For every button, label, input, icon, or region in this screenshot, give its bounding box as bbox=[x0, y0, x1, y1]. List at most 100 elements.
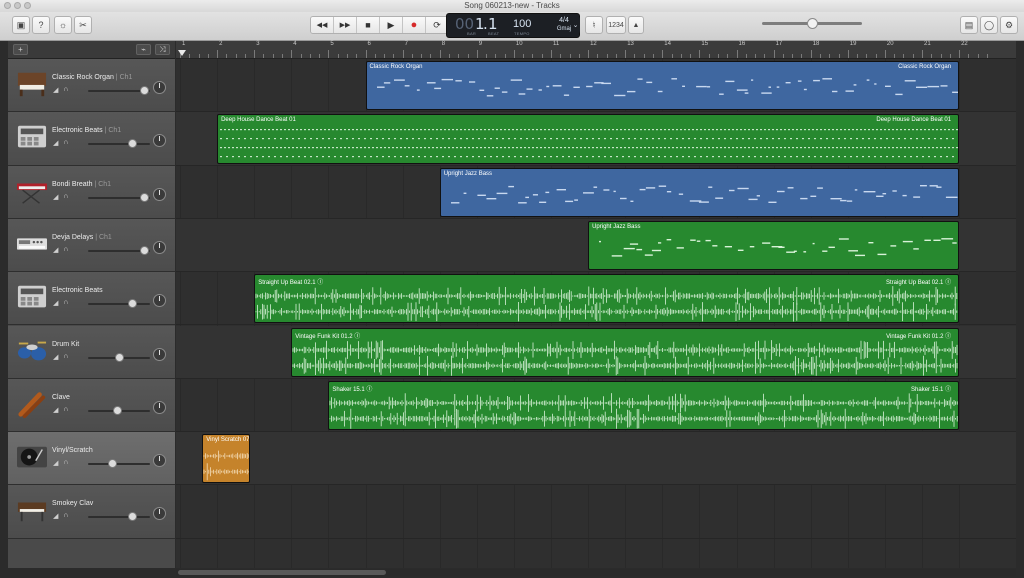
mute-icon[interactable]: ◢ bbox=[53, 193, 58, 201]
metronome-button[interactable]: ▲ bbox=[628, 16, 644, 34]
lcd-mode-dropdown[interactable]: ⌄ bbox=[571, 16, 580, 34]
track-header[interactable]: Classic Rock Organ | Ch1 ◢ ∩ bbox=[8, 59, 175, 113]
track-pan-knob[interactable] bbox=[153, 507, 166, 521]
library-button[interactable]: ▣ bbox=[12, 16, 30, 34]
mute-icon[interactable]: ◢ bbox=[53, 246, 58, 254]
track-pan-knob[interactable] bbox=[153, 347, 166, 361]
ruler-tick bbox=[486, 54, 488, 58]
track-pan-knob[interactable] bbox=[153, 187, 166, 201]
stop-button[interactable]: ■ bbox=[357, 17, 380, 33]
add-track-button[interactable]: + bbox=[13, 44, 28, 55]
headphones-icon[interactable]: ∩ bbox=[63, 512, 68, 520]
track-pan-knob[interactable] bbox=[153, 294, 166, 308]
lcd-display[interactable]: 00 1 . 1 BAR BEAT 100 TEMPO 4/4 Gmaj bbox=[446, 13, 580, 38]
track-volume-knob[interactable] bbox=[140, 192, 149, 202]
ruler-tick bbox=[523, 54, 525, 58]
mute-icon[interactable]: ◢ bbox=[53, 512, 58, 520]
track-pan-knob[interactable] bbox=[153, 134, 166, 148]
track-pan-knob[interactable] bbox=[153, 240, 166, 254]
mute-icon[interactable]: ◢ bbox=[53, 459, 58, 467]
track-pan-knob[interactable] bbox=[153, 454, 166, 468]
rewind-button[interactable]: ◀◀ bbox=[311, 17, 334, 33]
track-volume-slider[interactable] bbox=[88, 512, 150, 522]
track-header[interactable]: Devja Delays | Ch1 ◢ ∩ bbox=[8, 218, 175, 273]
track-region[interactable]: Upright Jazz Bass bbox=[439, 167, 960, 217]
mute-icon[interactable]: ◢ bbox=[53, 86, 58, 94]
track-lane[interactable] bbox=[176, 432, 1016, 486]
track-volume-knob[interactable] bbox=[140, 86, 149, 95]
editors-button[interactable]: ✂ bbox=[74, 16, 92, 34]
track-volume-knob[interactable] bbox=[113, 405, 122, 415]
track-volume-slider[interactable] bbox=[88, 352, 150, 362]
tuner-button[interactable]: ♮ bbox=[585, 16, 603, 34]
track-name-label: Classic Rock Organ | Ch1 bbox=[52, 74, 132, 81]
track-header[interactable]: Vinyl/Scratch ◢ ∩ bbox=[8, 432, 175, 486]
track-header[interactable]: Smokey Clav ◢ ∩ bbox=[8, 485, 175, 539]
horizontal-scrollbar[interactable] bbox=[176, 569, 1016, 576]
track-header[interactable]: Clave ◢ ∩ bbox=[8, 378, 175, 433]
track-volume-knob[interactable] bbox=[140, 245, 149, 255]
headphones-icon[interactable]: ∩ bbox=[63, 139, 68, 147]
headphones-icon[interactable]: ∩ bbox=[63, 299, 68, 307]
track-lane[interactable] bbox=[176, 485, 1016, 539]
scrollbar-thumb[interactable] bbox=[178, 570, 386, 575]
ruler-bar-number: 21 bbox=[924, 41, 931, 47]
mute-icon[interactable]: ◢ bbox=[53, 406, 58, 414]
master-volume-knob[interactable] bbox=[807, 18, 818, 29]
tracks-area[interactable]: Classic Rock Organ Classic Rock Organ Deep… bbox=[176, 59, 1016, 568]
track-volume-knob[interactable] bbox=[128, 139, 137, 149]
headphones-icon[interactable]: ∩ bbox=[63, 193, 68, 201]
track-pan-knob[interactable] bbox=[153, 400, 166, 414]
track-volume-knob[interactable] bbox=[115, 352, 124, 362]
track-volume-slider[interactable] bbox=[88, 245, 150, 255]
track-region[interactable]: Deep House Dance Beat 01 Deep House Dance… bbox=[217, 114, 960, 164]
media-browser-button[interactable]: ⚙ bbox=[1000, 16, 1018, 34]
track-pan-knob[interactable] bbox=[153, 81, 166, 94]
play-button[interactable]: ▶ bbox=[380, 17, 403, 33]
track-region[interactable]: Upright Jazz Bass bbox=[588, 220, 960, 271]
headphones-icon[interactable]: ∩ bbox=[63, 459, 68, 467]
help-button[interactable]: ? bbox=[32, 16, 50, 34]
track-channel: Ch1 bbox=[98, 180, 112, 188]
track-header[interactable]: Drum Kit ◢ ∩ bbox=[8, 325, 175, 379]
catch-button[interactable]: ⤨ bbox=[155, 44, 170, 55]
track-header[interactable]: Bondi Breath | Ch1 ◢ ∩ bbox=[8, 165, 175, 219]
automation-button[interactable]: ⌁ bbox=[136, 44, 151, 55]
mute-icon[interactable]: ◢ bbox=[53, 353, 58, 361]
cycle-button[interactable]: ⟳ bbox=[426, 17, 448, 33]
loop-browser-icon: ◯ bbox=[983, 19, 995, 30]
smart-controls-button[interactable]: ☼ bbox=[54, 16, 72, 34]
track-volume-slider[interactable] bbox=[88, 299, 150, 309]
loop-browser-button[interactable]: ◯ bbox=[980, 16, 998, 34]
track-region[interactable]: Straight Up Beat 02.1 Ⓘ Straight Up Beat … bbox=[254, 274, 960, 324]
forward-button[interactable]: ▶▶ bbox=[334, 17, 357, 33]
track-volume-slider[interactable] bbox=[88, 139, 150, 149]
timeline-ruler[interactable]: 1 2 3 4 5 6 7 8 9 10 11 12 13 14 15 16 17 18 19 20 21 22 bbox=[176, 41, 1016, 59]
headphones-icon[interactable]: ∩ bbox=[63, 353, 68, 361]
headphones-icon[interactable]: ∩ bbox=[63, 86, 68, 94]
track-volume-slider[interactable] bbox=[88, 405, 150, 415]
track-volume-knob[interactable] bbox=[108, 459, 117, 469]
track-header[interactable]: Electronic Beats | Ch1 ◢ ∩ bbox=[8, 112, 175, 166]
headphones-icon[interactable]: ∩ bbox=[63, 246, 68, 254]
track-volume-knob[interactable] bbox=[128, 299, 137, 309]
track-region[interactable]: Vintage Funk Kit 01.2 Ⓘ Vintage Funk Kit … bbox=[291, 327, 960, 377]
track-header[interactable]: Electronic Beats ◢ ∩ bbox=[8, 272, 175, 326]
track-volume-slider[interactable] bbox=[88, 86, 150, 95]
count-in-button[interactable]: 1234 bbox=[606, 16, 626, 34]
track-region[interactable]: Shaker 15.1 Ⓘ Shaker 15.1 Ⓘ bbox=[328, 380, 960, 431]
record-button[interactable]: ● bbox=[403, 17, 426, 33]
track-volume-slider[interactable] bbox=[88, 192, 150, 202]
playhead-marker[interactable] bbox=[178, 50, 186, 56]
mute-icon[interactable]: ◢ bbox=[53, 299, 58, 307]
headphones-icon[interactable]: ∩ bbox=[63, 406, 68, 414]
track-volume-slider[interactable] bbox=[88, 459, 150, 469]
track-region[interactable]: Vinyl Scratch 07 bbox=[202, 434, 251, 484]
ruler-tick bbox=[356, 54, 358, 58]
notepad-button[interactable]: ▤ bbox=[960, 16, 978, 34]
track-region[interactable]: Classic Rock Organ Classic Rock Organ bbox=[365, 61, 960, 111]
ruler-tick bbox=[792, 54, 794, 58]
track-volume-knob[interactable] bbox=[128, 512, 137, 522]
master-volume-slider[interactable] bbox=[762, 18, 862, 29]
mute-icon[interactable]: ◢ bbox=[53, 139, 58, 147]
